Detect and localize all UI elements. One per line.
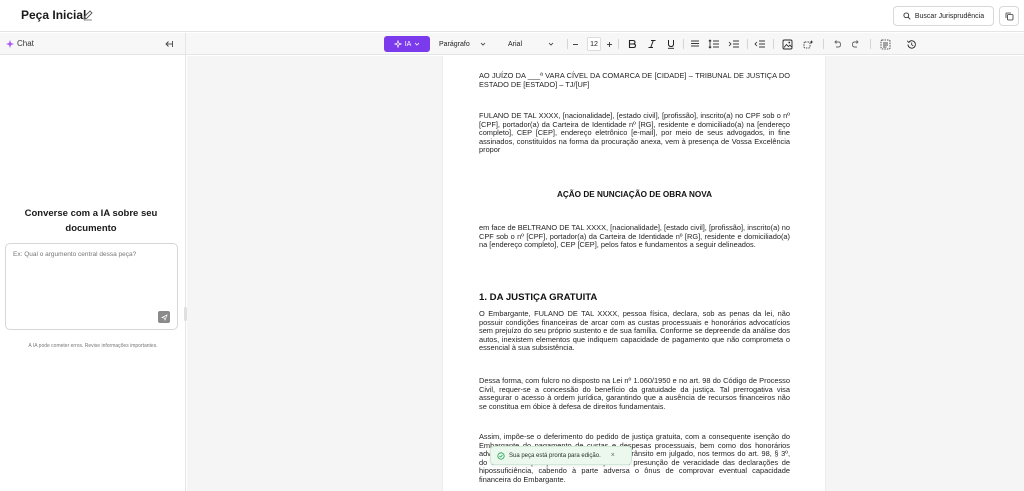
toast-message: Sua peça está pronta para edição. [509,452,601,459]
plus-icon [607,41,612,47]
editor-toolbar: IA Parágrafo Arial 12 [186,33,1024,55]
italic-button[interactable] [647,37,657,51]
font-size-input[interactable]: 12 [587,37,601,51]
collapse-panel-icon[interactable] [164,39,174,49]
section-paragraph: O Embargante, FULANO DE TAL XXXX, pessoa… [479,309,790,353]
document-title: Peça Inicial [21,8,87,22]
toast-notification: Sua peça está pronta para edição. × [490,446,632,465]
court-address: AO JUÍZO DA ___ª VARA CÍVEL DA COMARCA D… [479,71,790,89]
select-all-button[interactable] [880,37,891,51]
chat-intro-line2: documento [65,223,117,234]
line-spacing-icon [708,39,719,49]
font-size-increase-button[interactable] [606,37,613,51]
variables-button[interactable] [803,37,815,51]
copy-button[interactable] [999,6,1019,26]
history-button[interactable] [906,37,917,51]
ia-button-label: IA [404,40,412,48]
action-title: AÇÃO DE NUNCIAÇÃO DE OBRA NOVA [556,190,713,199]
paragraph-style-value: Parágrafo [439,40,470,48]
section-heading: 1. DA JUSTIÇA GRATUITA [479,292,598,303]
chevron-down-icon [548,42,554,46]
undo-icon [834,40,841,48]
indent-icon [728,40,739,48]
image-icon [782,39,793,49]
font-size-value: 12 [590,40,598,48]
align-justify-button[interactable] [690,37,700,51]
toolbar-divider [618,39,619,49]
plaintiff-qualification: FULANO DE TAL XXXX, [nacionalidade], [es… [479,111,790,155]
send-icon [160,313,168,321]
paragraph-style-select[interactable]: Parágrafo [439,37,486,51]
select-all-icon [880,39,891,49]
sparkle-icon [6,40,14,48]
chat-input[interactable]: Ex: Qual o argumento central dessa peça? [5,243,178,330]
chat-sidebar: Converse com a IA sobre seu documento Ex… [0,55,187,491]
ai-disclaimer: A IA pode cometer erros. Revise informaç… [28,343,158,349]
chat-header: Chat [0,33,186,55]
chevron-down-icon [415,42,420,46]
close-icon[interactable]: × [611,452,615,459]
font-size-decrease-button[interactable] [572,37,579,51]
chat-input-placeholder: Ex: Qual o argumento central dessa peça? [13,251,137,258]
redo-icon [852,40,859,48]
search-jurisprudence-label: Buscar Jurisprudência [914,12,985,20]
search-jurisprudence-button[interactable]: Buscar Jurisprudência [893,6,994,26]
editor-canvas: AO JUÍZO DA ___ª VARA CÍVEL DA COMARCA D… [187,56,1024,491]
indent-button[interactable] [728,37,740,51]
send-button[interactable] [158,311,170,323]
copy-icon [1005,12,1013,20]
ia-button[interactable]: IA [384,36,430,52]
section-paragraph: Dessa forma, com fulcro no disposto na L… [479,376,790,411]
document-page[interactable]: AO JUÍZO DA ___ª VARA CÍVEL DA COMARCA D… [442,56,826,491]
font-family-value: Arial [508,40,523,48]
undo-button[interactable] [832,37,842,51]
chat-intro-line1: Converse com a IA sobre seu [24,208,158,219]
chevron-down-icon [480,42,486,46]
toolbar-divider [773,39,774,49]
variables-icon [803,39,814,48]
history-icon [906,39,916,49]
sparkle-icon [393,40,402,48]
minus-icon [573,43,578,45]
outdent-button[interactable] [754,37,766,51]
toolbar-divider [683,39,684,49]
font-family-select[interactable]: Arial [508,37,554,51]
bold-icon [628,39,637,49]
check-circle-icon [497,451,505,460]
defendant-qualification: em face de BELTRANO DE TAL XXXX, [nacion… [479,223,790,250]
align-justify-icon [691,40,699,47]
line-spacing-button[interactable] [708,37,720,51]
toolbar-divider [823,39,824,49]
pencil-icon[interactable] [82,9,94,21]
redo-button[interactable] [851,37,861,51]
chat-intro-heading: Converse com a IA sobre seu documento [0,206,182,236]
toolbar-divider [870,39,871,49]
outdent-icon [754,40,765,48]
underline-button[interactable] [666,37,676,51]
italic-icon [648,40,656,48]
search-icon [903,12,911,20]
toolbar-divider [747,39,748,49]
insert-image-button[interactable] [782,37,793,51]
underline-icon [668,40,674,49]
chat-tab-label[interactable]: Chat [17,39,34,48]
bold-button[interactable] [627,37,637,51]
top-bar: Peça Inicial Buscar Jurisprudência [0,0,1024,32]
toolbar-divider [567,39,568,49]
